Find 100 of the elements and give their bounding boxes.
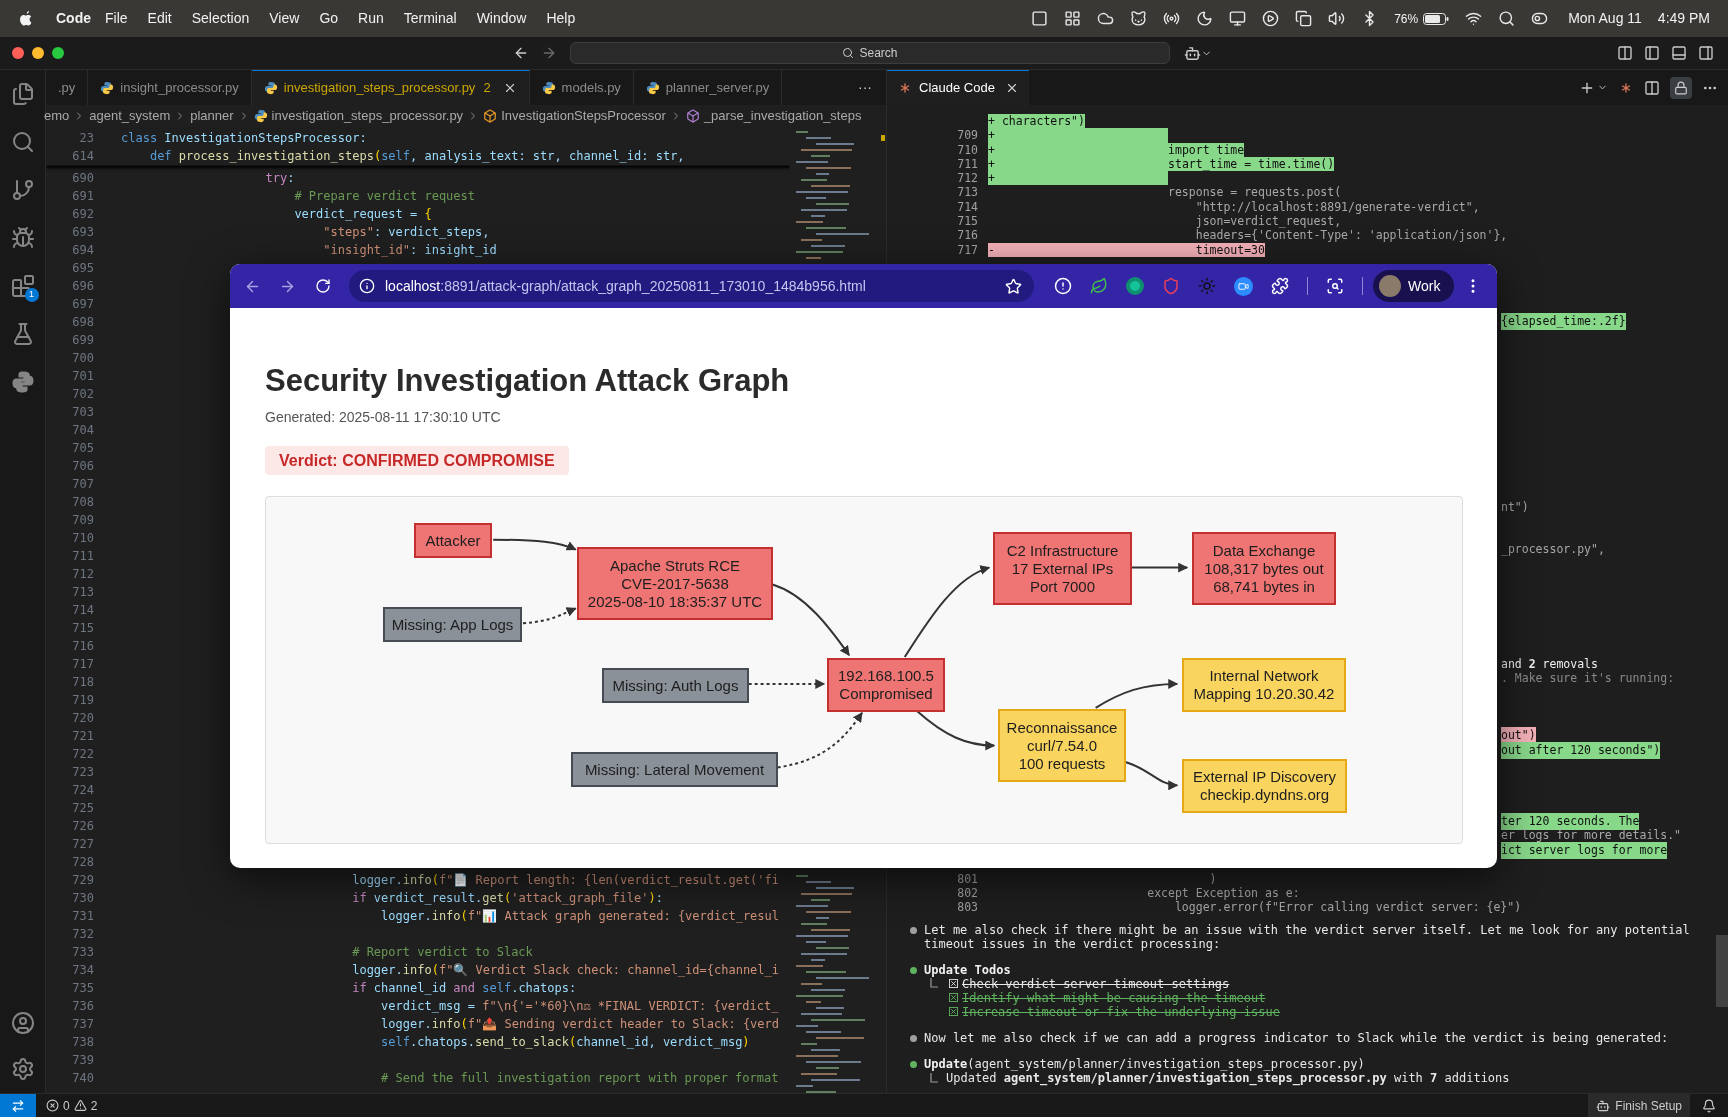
address-bar[interactable]: localhost:8891/attack-graph/attack_graph_20250811_173010_1484b956.html — [349, 270, 1034, 302]
scrollbar-thumb[interactable] — [1716, 935, 1728, 1007]
graph-node[interactable]: Reconnaissance curl/7.54.0 100 requests — [998, 709, 1126, 782]
graph-node[interactable]: Missing: Lateral Movement — [571, 752, 778, 787]
account-icon[interactable] — [10, 1011, 35, 1035]
line-number: 711 — [956, 156, 978, 172]
search-icon[interactable] — [1498, 10, 1516, 27]
cat-icon[interactable] — [1130, 10, 1148, 27]
graph-node[interactable]: Internal Network Mapping 10.20.30.42 — [1182, 658, 1346, 712]
code-line: verdict_msg = f"\n{'='*60}\n⚖ *FINAL VERDICT: {verdict_ — [380, 998, 779, 1015]
graph-node[interactable]: Data Exchange 108,317 bytes out 68,741 bytes in — [1192, 532, 1336, 605]
minimize-button[interactable] — [32, 47, 44, 59]
square-icon[interactable] — [1031, 10, 1049, 27]
volume-icon[interactable] — [1328, 10, 1346, 27]
breadcrumb-item[interactable]: investigation_steps_processor.py — [271, 106, 464, 126]
menu-item[interactable]: File — [105, 8, 128, 29]
video-icon[interactable] — [1234, 276, 1253, 296]
warning-count[interactable]: 2 — [90, 1096, 98, 1115]
panel-icon[interactable] — [1671, 45, 1687, 61]
cloud-icon[interactable] — [1097, 10, 1115, 27]
todo-title: Update Todos — [924, 962, 1012, 977]
secondary-sidebar-icon[interactable] — [1698, 45, 1714, 61]
menu-item[interactable]: Selection — [191, 8, 250, 29]
line-number: 713 — [71, 584, 95, 601]
graph-node[interactable]: Missing: App Logs — [383, 607, 522, 642]
breadcrumb-item[interactable]: planner — [190, 106, 234, 126]
monitor-icon[interactable] — [1229, 10, 1247, 27]
back-icon[interactable] — [513, 45, 529, 61]
python-icon[interactable] — [10, 370, 35, 394]
breadcrumb-item[interactable]: agent_system — [89, 106, 171, 126]
remote-icon[interactable] — [11, 1098, 25, 1113]
menu-item[interactable]: Help — [546, 8, 576, 29]
close-button[interactable] — [12, 47, 24, 59]
line-number: 690 — [71, 170, 95, 187]
warning-icon[interactable] — [73, 1099, 87, 1112]
branch-icon[interactable] — [10, 178, 35, 202]
leaf-icon[interactable] — [1090, 277, 1108, 295]
error-icon[interactable] — [46, 1099, 59, 1112]
remote-button[interactable] — [0, 1094, 36, 1117]
search-icon[interactable] — [10, 130, 35, 154]
line-number: 702 — [71, 386, 95, 403]
robot-icon[interactable] — [1596, 1098, 1611, 1113]
screens-icon[interactable] — [1295, 10, 1313, 27]
line-number: 716 — [956, 228, 978, 243]
error-count[interactable]: 0 — [63, 1096, 70, 1115]
wifi-icon[interactable] — [1465, 10, 1483, 27]
class-icon — [483, 109, 498, 123]
command-search-field[interactable]: Search — [570, 42, 1170, 64]
zoom-button[interactable] — [52, 47, 64, 59]
graph-node[interactable]: C2 Infrastructure 17 External IPs Port 7000 — [993, 532, 1132, 605]
line-number: 710 — [71, 530, 95, 547]
breadcrumb-item[interactable]: _parse_investigation_steps — [703, 106, 862, 126]
panel-tab[interactable]: Claude Code — [887, 70, 1029, 105]
play-icon[interactable] — [1262, 10, 1280, 27]
graph-node[interactable]: External IP Discovery checkip.dyndns.org — [1182, 759, 1347, 813]
breadcrumb-item[interactable]: emo — [44, 106, 70, 126]
python-icon — [645, 80, 660, 95]
sidebar-icon[interactable] — [1644, 45, 1660, 61]
breadcrumb-item[interactable]: InvestigationStepsProcessor — [501, 106, 666, 126]
graph-node[interactable]: Missing: Auth Logs — [602, 668, 749, 703]
code-line: # Report verdict to Slack — [351, 944, 533, 961]
reload-icon[interactable] — [315, 278, 331, 294]
menu-item[interactable]: Go — [319, 8, 339, 29]
line-number: 802 — [956, 886, 978, 901]
menu-item[interactable]: Terminal — [403, 8, 457, 29]
alert-icon[interactable] — [1054, 277, 1072, 295]
robot-icon[interactable] — [1184, 44, 1201, 62]
blocks-icon[interactable] — [10, 274, 35, 298]
menu-item[interactable]: Window — [476, 8, 527, 29]
toggle-icon[interactable] — [1531, 10, 1549, 27]
menu-item[interactable]: Edit — [147, 8, 172, 29]
editor-tab[interactable]: investigation_steps_processor.py 2 — [251, 70, 530, 105]
battery-icon[interactable] — [1423, 12, 1450, 25]
forward-icon[interactable] — [541, 45, 557, 61]
graph-node[interactable]: Attacker — [414, 523, 492, 558]
split-icon[interactable] — [1644, 79, 1660, 96]
code-line: "steps": verdict_steps, — [322, 224, 490, 241]
grid-icon[interactable] — [1064, 10, 1082, 27]
ring-icon[interactable] — [1126, 277, 1144, 295]
profile-button[interactable]: Work — [1373, 270, 1455, 302]
app-menu[interactable]: Code — [56, 8, 91, 29]
graph-node[interactable]: 192.168.100.5 Compromised — [827, 658, 945, 712]
puzzle-icon[interactable] — [1271, 277, 1289, 295]
python-icon — [541, 80, 556, 95]
bug-icon[interactable] — [10, 226, 35, 250]
screen-search-icon[interactable] — [1326, 277, 1344, 295]
graph-node[interactable]: Apache Struts RCE CVE-2017-5638 2025-08-10 18:35:37 UTC — [577, 547, 773, 620]
line-number: 699 — [71, 332, 95, 349]
files-icon[interactable] — [10, 82, 35, 106]
broadcast-icon[interactable] — [1163, 10, 1181, 27]
shield-icon[interactable] — [1162, 277, 1180, 295]
todo-item: Check verdict server timeout settings — [962, 976, 1230, 991]
menu-item[interactable]: View — [269, 8, 300, 29]
bell-icon[interactable] — [1702, 1098, 1716, 1113]
more-tabs-button[interactable]: ··· — [858, 77, 872, 98]
diff-line: "http://localhost:8891/generate-verdict", — [1194, 199, 1480, 215]
layout-icon[interactable] — [1617, 45, 1633, 61]
menu-item[interactable]: Run — [358, 8, 384, 29]
settings-icon[interactable] — [10, 1057, 35, 1081]
moon-icon[interactable] — [1196, 10, 1214, 27]
